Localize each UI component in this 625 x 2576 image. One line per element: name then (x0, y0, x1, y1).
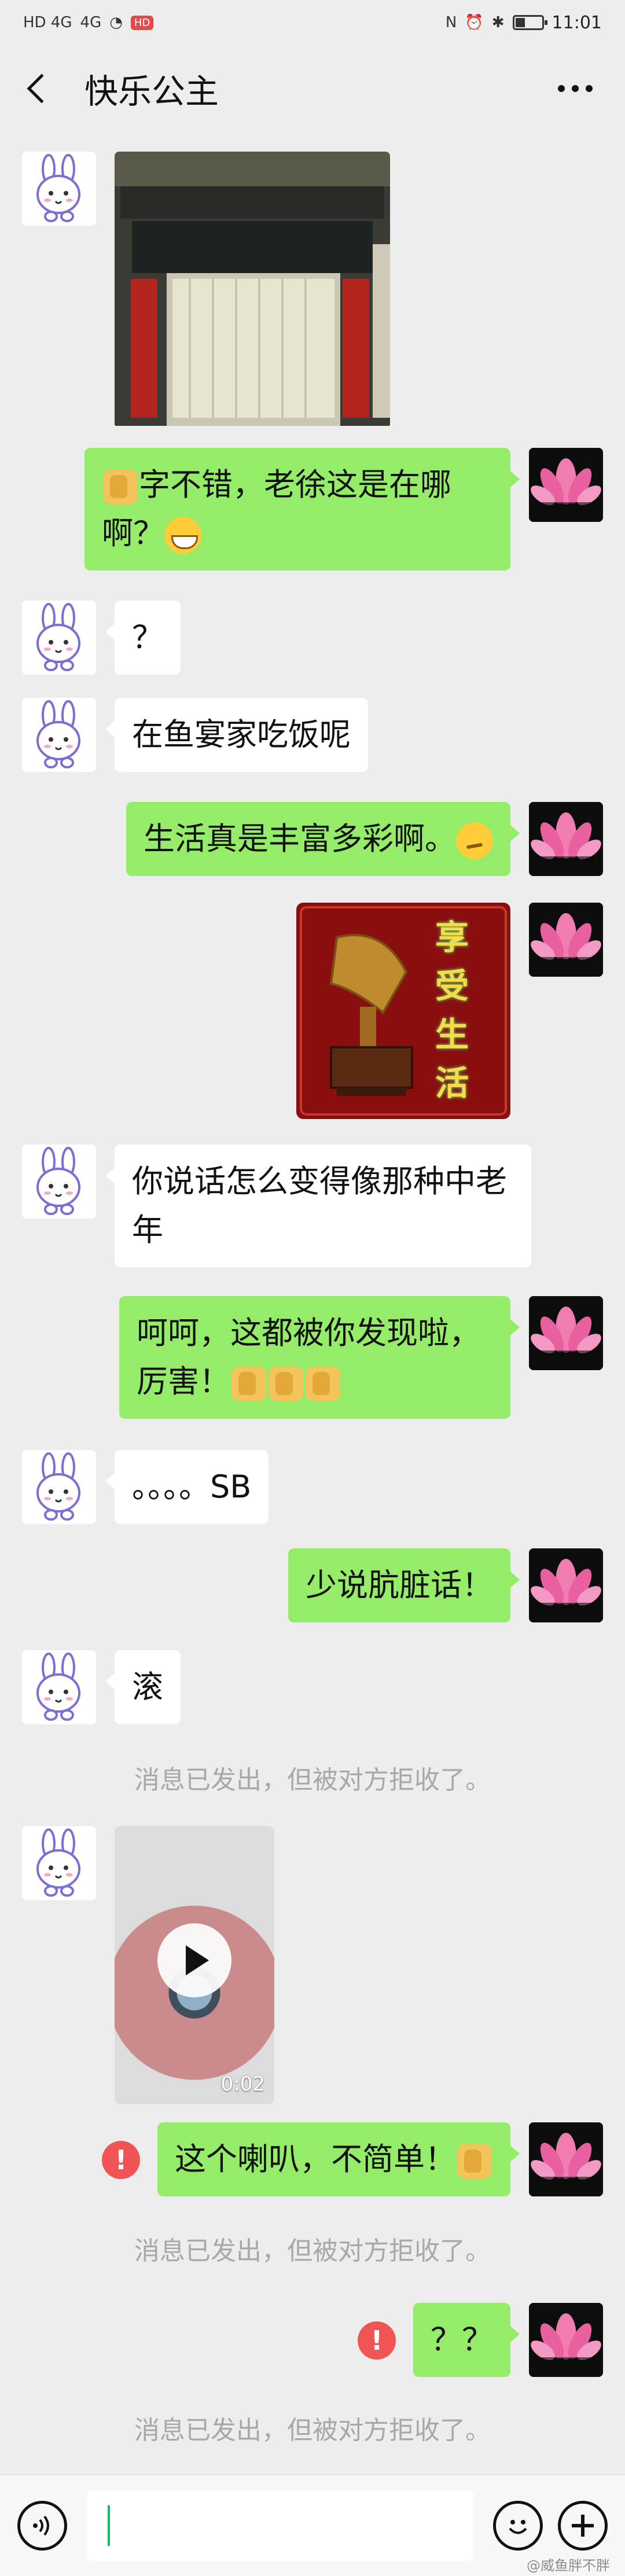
bunny-avatar-icon[interactable] (22, 1450, 96, 1524)
thumbs-up-emoji-icon (306, 1366, 340, 1401)
bunny-avatar-icon[interactable] (22, 1145, 96, 1219)
bunny-avatar-icon[interactable] (22, 601, 96, 675)
outgoing-message[interactable]: 生活真是丰富多彩啊。 (126, 802, 520, 876)
lotus-avatar-icon[interactable] (529, 448, 603, 522)
outgoing-message[interactable]: 呵呵，这都被你发现啦，厉害！ (119, 1296, 520, 1419)
incoming-message[interactable]: 滚 (105, 1650, 181, 1724)
video-duration: 0:02 (220, 2073, 265, 2096)
incoming-message[interactable]: 。。。。SB (105, 1450, 269, 1524)
bunny-avatar-icon[interactable] (22, 1650, 96, 1724)
sticker-caption: 享受生活 (435, 918, 469, 1103)
lotus-avatar-icon[interactable] (529, 2303, 603, 2377)
bunny-avatar-icon[interactable] (22, 698, 96, 772)
lotus-avatar-icon[interactable] (529, 2122, 603, 2196)
rejected-notice: 消息已发出，但被对方拒收了。 (134, 1765, 491, 1795)
play-icon[interactable] (157, 1923, 231, 1997)
message-row (22, 152, 390, 428)
watermark: @威鱼胖不胖 (527, 2557, 610, 2574)
thumbs-up-emoji-icon (457, 2144, 492, 2179)
message-row: 字不错，老徐这是在哪啊？ (84, 448, 603, 571)
message-row: 享受生活 (296, 903, 603, 1121)
incoming-message[interactable]: ？ (105, 601, 181, 675)
outgoing-message[interactable]: 字不错，老徐这是在哪啊？ (84, 448, 520, 571)
lotus-avatar-icon[interactable] (529, 1296, 603, 1370)
message-row: 0:02 (22, 1826, 274, 2104)
bunny-avatar-icon[interactable] (22, 1826, 96, 1900)
bunny-avatar-icon[interactable] (22, 152, 96, 226)
notification-badge: HD (130, 15, 154, 30)
alarm-icon: ⏰ (465, 14, 484, 31)
emoji-icon[interactable] (493, 2500, 543, 2551)
message-row: 。。。。SB (22, 1450, 269, 1524)
error-icon[interactable]: ! (102, 2141, 140, 2179)
lotus-avatar-icon[interactable] (529, 903, 603, 977)
outgoing-message[interactable]: ？？ (413, 2303, 520, 2377)
message-row: 这个喇叭，不简单！ ! (102, 2122, 603, 2196)
message-row: 生活真是丰富多彩啊。 (126, 802, 603, 876)
message-row: 呵呵，这都被你发现啦，厉害！ (119, 1296, 603, 1419)
message-row: 滚 (22, 1650, 181, 1724)
chevron-left-icon[interactable] (27, 73, 57, 104)
signal-icon-2: 4G (80, 14, 102, 31)
incoming-message[interactable]: 你说话怎么变得像那种中老年 (105, 1145, 531, 1267)
battery-icon (512, 15, 547, 30)
message-input[interactable] (87, 2490, 473, 2561)
voice-icon[interactable] (17, 2500, 67, 2551)
thumbs-up-emoji-icon (269, 1366, 303, 1401)
rejected-notice: 消息已发出，但被对方拒收了。 (134, 2236, 491, 2266)
message-row: 在鱼宴家吃饭呢 (22, 698, 368, 772)
sticker-message[interactable]: 享受生活 (296, 903, 510, 1121)
thumbs-up-emoji-icon (231, 1366, 266, 1401)
error-icon[interactable]: ! (358, 2321, 396, 2360)
grin-emoji-icon (164, 517, 201, 554)
add-icon[interactable] (558, 2500, 608, 2551)
message-row: ？？ ! (358, 2303, 603, 2377)
signal-icon: HD 4G (23, 14, 72, 31)
image-message[interactable] (115, 152, 390, 428)
nfc-icon: N (445, 14, 457, 31)
video-message[interactable]: 0:02 (115, 1826, 274, 2104)
lotus-avatar-icon[interactable] (529, 1548, 603, 1622)
outgoing-message[interactable]: 少说肮脏话！ (288, 1548, 520, 1622)
rejected-notice: 消息已发出，但被对方拒收了。 (134, 2416, 491, 2445)
chat-title: 快乐公主 (84, 72, 219, 111)
status-bar: HD 4G 4G ◔ HD N ⏰ ✱ 11:01 (0, 0, 625, 45)
incoming-message[interactable]: 在鱼宴家吃饭呢 (105, 698, 368, 772)
status-time: 11:01 (552, 12, 602, 33)
lotus-avatar-icon[interactable] (529, 802, 603, 876)
more-dots-icon[interactable] (549, 76, 602, 101)
chat-header: 快乐公主 (0, 45, 625, 132)
message-row: ？ (22, 601, 181, 675)
message-row: 你说话怎么变得像那种中老年 (22, 1145, 531, 1267)
thumbs-up-emoji-icon (103, 469, 138, 505)
thinking-emoji-icon (456, 822, 493, 860)
bluetooth-icon: ✱ (491, 14, 505, 31)
wifi-icon: ◔ (109, 14, 123, 31)
outgoing-message[interactable]: 这个喇叭，不简单！ (157, 2122, 520, 2196)
message-row: 少说肮脏话！ (288, 1548, 603, 1622)
